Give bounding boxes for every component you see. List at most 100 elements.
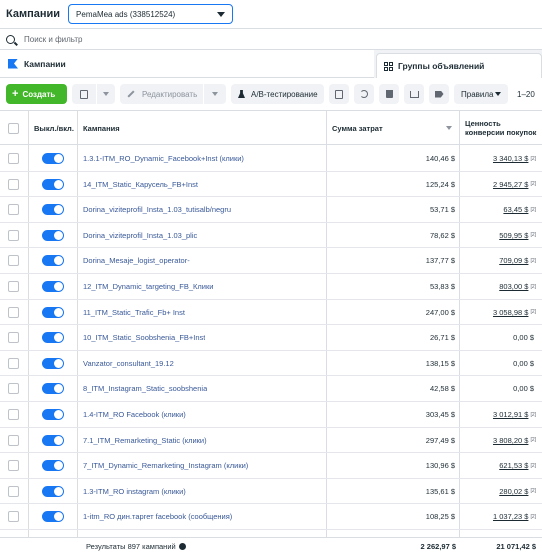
campaign-link[interactable]: 14_ITM_Static_Карусель_FB+Inst <box>83 180 198 189</box>
row-toggle-cell <box>42 248 64 273</box>
campaign-toggle[interactable] <box>42 281 64 292</box>
conversion-value[interactable]: 621,53 $ <box>499 461 528 470</box>
ad-account-label: PemaMea ads (338512524) <box>76 9 176 19</box>
conversion-value[interactable]: 3 058,98 $ <box>493 308 528 317</box>
row-checkbox[interactable] <box>8 332 19 344</box>
campaign-link[interactable]: 1.4-ITM_RO Facebook (клики) <box>83 410 186 419</box>
conversion-value[interactable]: 3 340,13 $ <box>493 154 528 163</box>
table-row[interactable]: 11_ITM_Static_Trafic_Fb+ Inst 247,00 $ 3 0… <box>0 300 542 326</box>
row-checkbox[interactable] <box>8 460 19 472</box>
campaign-toggle[interactable] <box>42 332 64 344</box>
campaign-link[interactable]: Dorina_viziteprofil_Insta_1.03_tutisalb/… <box>83 205 231 214</box>
campaign-link[interactable]: 7.1_ITM_Remarketing_Static (клики) <box>83 436 207 445</box>
create-button[interactable]: + Создать <box>6 84 67 104</box>
table-row[interactable]: 1.3-ITM_RO instagram (клики) 135,61 $ 280,… <box>0 479 542 505</box>
campaign-link[interactable]: 10_ITM_Static_Soobshenia_FB+Inst <box>83 333 205 342</box>
spend-cell: 78,62 $ <box>430 223 455 248</box>
campaign-toggle[interactable] <box>42 434 64 446</box>
row-checkbox[interactable] <box>8 511 19 523</box>
campaign-link[interactable]: 12_ITM_Dynamic_targeting_FB_Клики <box>83 282 213 291</box>
campaign-toggle[interactable] <box>42 383 64 395</box>
table-row[interactable]: Dorina_viziteprofil_Insta_1.03_tutisalb/… <box>0 197 542 223</box>
campaign-link[interactable]: 8_ITM_Instagram_Static_soobshenia <box>83 384 207 393</box>
table-row[interactable]: Vanzator_consultant_19.12 138,15 $ 0,00 $ <box>0 351 542 377</box>
conversion-value[interactable]: 803,00 $ <box>499 282 528 291</box>
table-row[interactable]: 1.3.1-ITM_RO_Dynamic_Facebook+Inst (клик… <box>0 146 542 172</box>
campaign-link[interactable]: 1.3-ITM_RO instagram (клики) <box>83 487 186 496</box>
edit-menu-button[interactable] <box>204 84 226 104</box>
campaign-toggle[interactable] <box>42 511 64 523</box>
duplicate-button[interactable] <box>72 84 96 104</box>
campaign-link[interactable]: Dorina_viziteprofil_Insta_1.03_plic <box>83 231 197 240</box>
select-all-checkbox[interactable] <box>8 122 19 134</box>
campaign-toggle[interactable] <box>42 485 64 497</box>
ab-test-button[interactable]: A/B-тестирование <box>231 84 324 104</box>
row-checkbox[interactable] <box>8 485 19 497</box>
conversion-value[interactable]: 2 945,27 $ <box>493 180 528 189</box>
campaign-toggle[interactable] <box>42 460 64 472</box>
table-row[interactable]: 8_ITM_Instagram_Static_soobshenia 42,58 $… <box>0 376 542 402</box>
conversion-value[interactable]: 709,09 $ <box>499 256 528 265</box>
row-checkbox[interactable] <box>8 306 19 318</box>
conversion-value[interactable]: 509,95 $ <box>499 231 528 240</box>
ad-account-select[interactable]: PemaMea ads (338512524) <box>68 4 234 24</box>
row-checkbox[interactable] <box>8 281 19 292</box>
campaign-toggle[interactable] <box>42 255 64 267</box>
tab-adsets[interactable]: Группы объявлений <box>376 53 542 78</box>
campaign-toggle[interactable] <box>42 409 64 420</box>
row-checkbox[interactable] <box>8 434 19 446</box>
col-value-header[interactable]: Ценность конверсии покупок <box>465 111 537 145</box>
tag-button[interactable] <box>429 84 449 104</box>
campaign-link[interactable]: Dorina_Mesaje_logist_operator- <box>83 256 190 265</box>
rules-button[interactable]: Правила <box>454 84 508 104</box>
row-checkbox[interactable] <box>8 178 19 190</box>
table-row[interactable]: 7.1_ITM_Remarketing_Static (клики) 297,49… <box>0 428 542 454</box>
search-input[interactable] <box>24 34 324 44</box>
conversion-value[interactable]: 3 808,20 $ <box>493 436 528 445</box>
table-row[interactable]: 1-itm_RO дин.таргет facebook (сообщения)… <box>0 504 542 530</box>
spend-cell: 130,96 $ <box>426 453 455 478</box>
delete-button[interactable] <box>379 84 399 104</box>
table-row[interactable]: 1.4-ITM_RO Facebook (клики) 303,45 $ 3 012… <box>0 402 542 428</box>
table-row[interactable]: Dorina_Mesaje_logist_operator- 137,77 $ 70… <box>0 248 542 274</box>
info-icon[interactable] <box>178 542 186 550</box>
col-toggle-header[interactable]: Выкл./вкл. <box>34 111 74 145</box>
campaign-toggle[interactable] <box>42 178 64 190</box>
archive-button[interactable] <box>329 84 349 104</box>
conversion-value[interactable]: 280,02 $ <box>499 487 528 496</box>
table-row[interactable]: 10_ITM_Static_Soobshenia_FB+Inst 26,71 $ 0… <box>0 325 542 351</box>
conversion-value[interactable]: 1 037,23 $ <box>493 512 528 521</box>
undo-button[interactable] <box>354 84 374 104</box>
export-icon <box>409 90 419 98</box>
campaign-link[interactable]: 7_ITM_Dynamic_Remarketing_Instagram (кли… <box>83 461 248 470</box>
campaign-toggle[interactable] <box>42 229 64 241</box>
table-row[interactable]: 14_ITM_Static_Карусель_FB+Inst 125,24 $ 2 … <box>0 172 542 198</box>
row-checkbox[interactable] <box>8 204 19 216</box>
campaign-link[interactable]: 11_ITM_Static_Trafic_Fb+ Inst <box>83 308 185 317</box>
conversion-value[interactable]: 63,45 $ <box>503 205 528 214</box>
campaign-toggle[interactable] <box>42 357 64 369</box>
campaign-link[interactable]: 1-itm_RO дин.таргет facebook (сообщения) <box>83 512 232 521</box>
table-row[interactable]: Dorina_viziteprofil_Insta_1.03_plic 78,62… <box>0 223 542 249</box>
campaign-toggle[interactable] <box>42 204 64 216</box>
campaign-link[interactable]: 1.3.1-ITM_RO_Dynamic_Facebook+Inst (клик… <box>83 154 244 163</box>
conversion-value[interactable]: 3 012,91 $ <box>493 410 528 419</box>
row-checkbox[interactable] <box>8 383 19 395</box>
export-button[interactable] <box>404 84 424 104</box>
row-checkbox[interactable] <box>8 153 19 164</box>
campaign-link[interactable]: Vanzator_consultant_19.12 <box>83 359 174 368</box>
campaign-name-cell: 1-itm_RO дин.таргет facebook (сообщения) <box>83 504 321 529</box>
tab-campaigns[interactable]: Кампании <box>0 50 374 78</box>
row-checkbox[interactable] <box>8 357 19 369</box>
row-checkbox[interactable] <box>8 229 19 241</box>
row-checkbox[interactable] <box>8 255 19 267</box>
col-campaign-header[interactable]: Кампания <box>83 111 120 145</box>
campaign-toggle[interactable] <box>42 306 64 318</box>
row-checkbox[interactable] <box>8 409 19 420</box>
campaign-toggle[interactable] <box>42 153 64 164</box>
table-row[interactable]: 7_ITM_Dynamic_Remarketing_Instagram (кли… <box>0 453 542 479</box>
edit-button[interactable]: Редактировать <box>120 84 203 104</box>
col-spend-header[interactable]: Сумма затрат <box>332 111 458 145</box>
table-row[interactable]: 12_ITM_Dynamic_targeting_FB_Клики 53,83 $… <box>0 274 542 300</box>
duplicate-menu-button[interactable] <box>97 84 115 104</box>
